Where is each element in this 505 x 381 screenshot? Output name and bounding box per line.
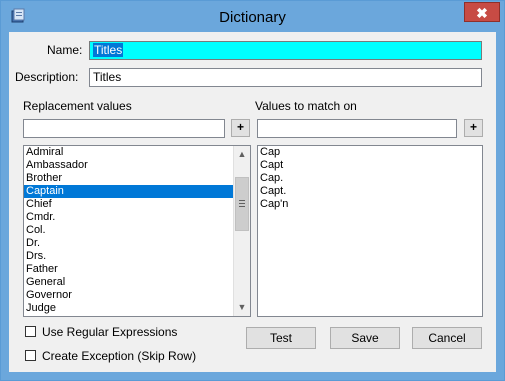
replacement-list-item[interactable]: Captain xyxy=(24,185,250,198)
grip-line xyxy=(239,206,245,207)
cancel-button[interactable]: Cancel xyxy=(412,327,482,349)
description-field[interactable]: Titles xyxy=(89,68,482,87)
match-list-item[interactable]: Capt. xyxy=(258,185,482,198)
replacement-list-item[interactable]: Judge xyxy=(24,302,250,315)
match-list-item[interactable]: Capt xyxy=(258,159,482,172)
replacement-values-list[interactable]: Admiral Ambassador Brother Captain Chief Cmdr… xyxy=(23,145,251,317)
use-regex-checkbox[interactable] xyxy=(25,326,36,338)
replacement-list-item[interactable]: Governor xyxy=(24,289,250,302)
values-to-match-header: Values to match on xyxy=(255,99,357,113)
match-items: Cap Capt Cap. Capt. Cap'n xyxy=(258,146,482,211)
close-icon: ✖ xyxy=(476,5,488,21)
replacement-list-scrollbar[interactable]: ▲ ▼ xyxy=(233,146,250,316)
grip-line xyxy=(239,200,245,201)
match-list-item[interactable]: Cap'n xyxy=(258,198,482,211)
replacement-list-item[interactable]: Chief xyxy=(24,198,250,211)
name-label: Name: xyxy=(47,43,83,57)
create-exception-checkbox[interactable] xyxy=(25,350,36,362)
replacement-list-item[interactable]: Father xyxy=(24,263,250,276)
replacement-list-item[interactable]: Dr. xyxy=(24,237,250,250)
window-title: Dictionary xyxy=(219,9,286,26)
test-button[interactable]: Test xyxy=(246,327,316,349)
description-field-value: Titles xyxy=(93,70,122,84)
match-value-input[interactable] xyxy=(257,119,457,138)
replacement-list-item[interactable]: Drs. xyxy=(24,250,250,263)
match-list-item[interactable]: Cap xyxy=(258,146,482,159)
plus-icon: + xyxy=(236,120,244,134)
save-button[interactable]: Save xyxy=(330,327,400,349)
close-button[interactable]: ✖ xyxy=(464,2,500,22)
replacement-list-item[interactable]: Cmdr. xyxy=(24,211,250,224)
create-exception-option[interactable]: Create Exception (Skip Row) xyxy=(25,348,197,363)
values-to-match-list[interactable]: Cap Capt Cap. Capt. Cap'n xyxy=(257,145,483,317)
dictionary-window: Dictionary ✖ Name: Titles Description: T… xyxy=(0,0,505,381)
scrollbar-thumb[interactable] xyxy=(235,177,249,231)
add-replacement-button[interactable]: + xyxy=(231,119,250,137)
replacement-values-header: Replacement values xyxy=(23,99,132,113)
name-field[interactable]: Titles xyxy=(89,41,482,60)
replacement-items: Admiral Ambassador Brother Captain Chief Cmdr… xyxy=(24,146,250,315)
replacement-list-item[interactable]: General xyxy=(24,276,250,289)
use-regex-label: Use Regular Expressions xyxy=(42,324,178,339)
description-label: Description: xyxy=(15,70,79,84)
name-field-value: Titles xyxy=(93,43,124,57)
replacement-list-item[interactable]: Ambassador xyxy=(24,159,250,172)
plus-icon: + xyxy=(469,120,477,134)
use-regex-option[interactable]: Use Regular Expressions xyxy=(25,324,178,339)
replacement-list-item[interactable]: Col. xyxy=(24,224,250,237)
title-bar[interactable]: Dictionary ✖ xyxy=(1,1,504,32)
replacement-value-input[interactable] xyxy=(23,119,225,138)
grip-line xyxy=(239,203,245,204)
replacement-list-item[interactable]: Admiral xyxy=(24,146,250,159)
create-exception-label: Create Exception (Skip Row) xyxy=(42,348,197,363)
replacement-list-item[interactable]: Brother xyxy=(24,172,250,185)
match-list-item[interactable]: Cap. xyxy=(258,172,482,185)
chevron-down-icon[interactable]: ▼ xyxy=(234,299,250,316)
add-match-button[interactable]: + xyxy=(464,119,483,137)
dialog-client-area: Name: Titles Description: Titles Replace… xyxy=(9,32,496,372)
chevron-up-icon[interactable]: ▲ xyxy=(234,146,250,163)
